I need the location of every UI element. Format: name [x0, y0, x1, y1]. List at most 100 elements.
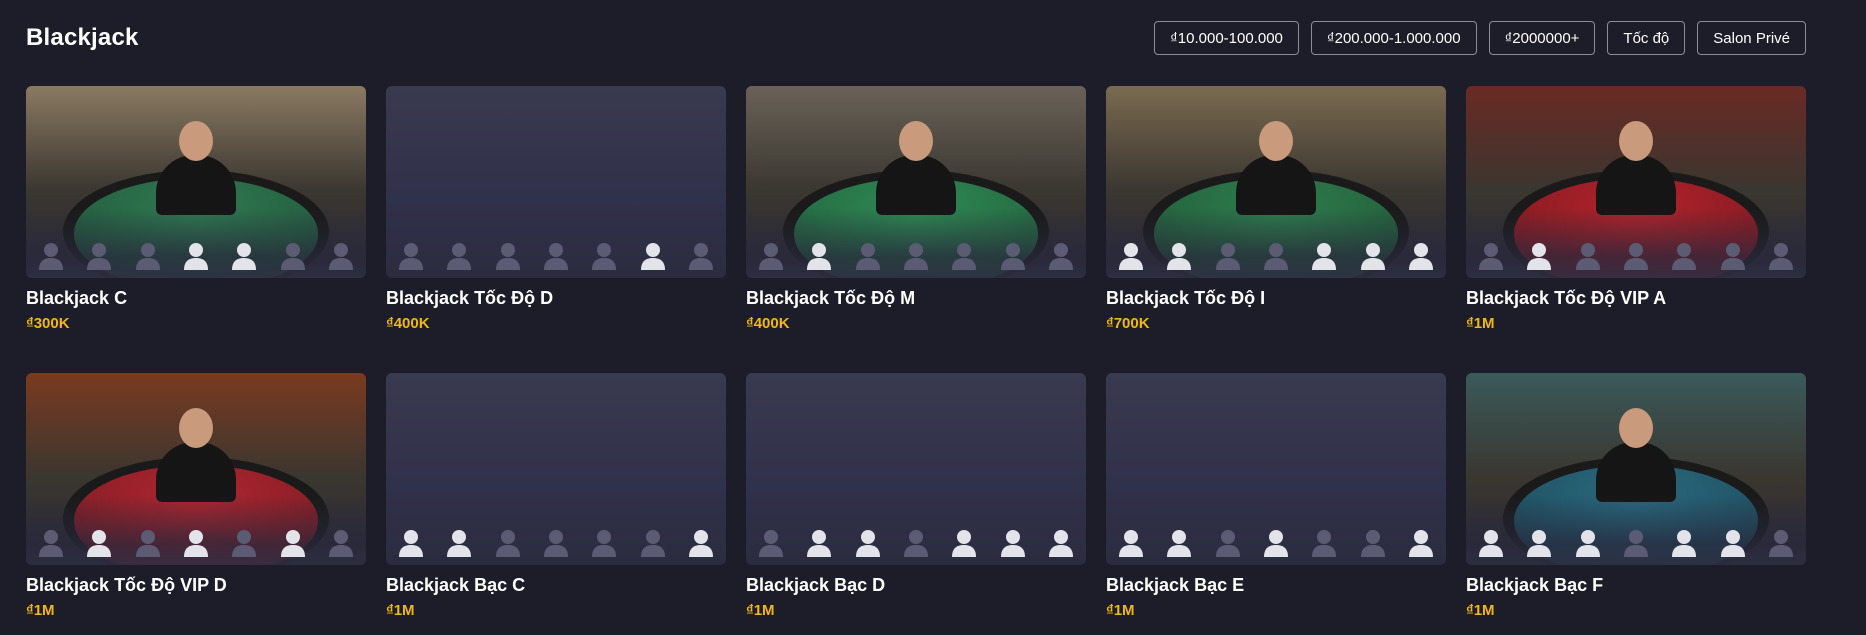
filter-button-speed[interactable]: Tốc độ	[1607, 21, 1686, 55]
table-card[interactable]: Blackjack Tốc Độ I ₫700K	[1106, 86, 1446, 343]
seat-row	[396, 240, 716, 270]
table-thumbnail[interactable]	[386, 86, 726, 278]
seat-available-icon	[36, 527, 66, 557]
seat-occupied-icon	[1164, 527, 1194, 557]
seat-row	[756, 527, 1076, 557]
min-bet: ₫300K	[26, 315, 70, 332]
table-name[interactable]: Blackjack Bạc D	[746, 575, 1086, 596]
table-card[interactable]: Blackjack Bạc F ₫1M	[1466, 373, 1806, 630]
filter-button-2m-plus[interactable]: ₫2000000+	[1488, 21, 1596, 55]
min-bet: ₫1M	[1106, 602, 1135, 619]
seat-occupied-icon	[949, 527, 979, 557]
seat-occupied-icon	[686, 527, 716, 557]
page-title: Blackjack	[26, 24, 139, 51]
seat-available-icon	[541, 240, 571, 270]
seat-available-icon	[589, 527, 619, 557]
table-card[interactable]: Blackjack Tốc Độ M ₫400K	[746, 86, 1086, 343]
table-name[interactable]: Blackjack Tốc Độ D	[386, 288, 726, 309]
seat-available-icon	[1573, 240, 1603, 270]
page-header: Blackjack ₫10.000-100.000 ₫200.000-1.000…	[26, 18, 1806, 58]
min-bet: ₫700K	[1106, 315, 1150, 332]
table-thumbnail[interactable]	[26, 86, 366, 278]
table-card[interactable]: Blackjack Bạc E ₫1M	[1106, 373, 1446, 630]
seat-available-icon	[901, 240, 931, 270]
seat-occupied-icon	[1116, 240, 1146, 270]
table-name[interactable]: Blackjack Tốc Độ VIP D	[26, 575, 366, 596]
seat-occupied-icon	[1309, 240, 1339, 270]
table-thumbnail[interactable]	[1466, 373, 1806, 565]
table-thumbnail[interactable]	[746, 373, 1086, 565]
table-card[interactable]: Blackjack Bạc C ₫1M	[386, 373, 726, 630]
table-name[interactable]: Blackjack Tốc Độ M	[746, 288, 1086, 309]
dealer-head	[179, 407, 213, 448]
table-thumbnail[interactable]	[746, 86, 1086, 278]
seat-occupied-icon	[181, 527, 211, 557]
seat-occupied-icon	[181, 240, 211, 270]
table-name[interactable]: Blackjack C	[26, 288, 366, 309]
table-thumbnail[interactable]	[386, 373, 726, 565]
seat-row	[1476, 240, 1796, 270]
table-card[interactable]: Blackjack Bạc D ₫1M	[746, 373, 1086, 630]
dealer-body	[1236, 155, 1316, 216]
table-name[interactable]: Blackjack Tốc Độ I	[1106, 288, 1446, 309]
min-bet: ₫400K	[746, 315, 790, 332]
filter-button-salon-prive[interactable]: Salon Privé	[1697, 21, 1806, 55]
table-grid: Blackjack C ₫300K Blackjack Tốc Độ D ₫400K B…	[26, 86, 1806, 630]
seat-occupied-icon	[84, 527, 114, 557]
table-card[interactable]: Blackjack Tốc Độ VIP A ₫1M	[1466, 86, 1806, 343]
seat-available-icon	[1309, 527, 1339, 557]
seat-available-icon	[229, 527, 259, 557]
table-name[interactable]: Blackjack Bạc F	[1466, 575, 1806, 596]
seat-row	[1116, 527, 1436, 557]
seat-occupied-icon	[1669, 527, 1699, 557]
seat-available-icon	[1213, 240, 1243, 270]
seat-occupied-icon	[804, 240, 834, 270]
seat-available-icon	[1621, 240, 1651, 270]
table-thumbnail[interactable]	[1106, 86, 1446, 278]
seat-occupied-icon	[1358, 240, 1388, 270]
seat-available-icon	[1046, 240, 1076, 270]
seat-occupied-icon	[1524, 527, 1554, 557]
seat-available-icon	[638, 527, 668, 557]
seat-available-icon	[756, 527, 786, 557]
seat-available-icon	[1213, 527, 1243, 557]
seat-available-icon	[1476, 240, 1506, 270]
dealer-head	[179, 120, 213, 161]
min-bet: ₫1M	[1466, 602, 1495, 619]
table-card[interactable]: Blackjack Tốc Độ D ₫400K	[386, 86, 726, 343]
seat-available-icon	[326, 527, 356, 557]
table-card[interactable]: Blackjack Tốc Độ VIP D ₫1M	[26, 373, 366, 630]
seat-available-icon	[396, 240, 426, 270]
seat-row	[756, 240, 1076, 270]
dealer-head	[1619, 407, 1653, 448]
table-thumbnail[interactable]	[1106, 373, 1446, 565]
table-card[interactable]: Blackjack C ₫300K	[26, 86, 366, 343]
seat-available-icon	[1718, 240, 1748, 270]
table-thumbnail[interactable]	[1466, 86, 1806, 278]
seat-available-icon	[493, 527, 523, 557]
table-name[interactable]: Blackjack Tốc Độ VIP A	[1466, 288, 1806, 309]
seat-available-icon	[1358, 527, 1388, 557]
seat-available-icon	[541, 527, 571, 557]
seat-available-icon	[84, 240, 114, 270]
seat-occupied-icon	[1476, 527, 1506, 557]
dealer-body	[876, 155, 956, 216]
seat-occupied-icon	[998, 527, 1028, 557]
seat-occupied-icon	[1573, 527, 1603, 557]
seat-occupied-icon	[1524, 240, 1554, 270]
seat-row	[36, 527, 356, 557]
seat-available-icon	[756, 240, 786, 270]
seat-available-icon	[589, 240, 619, 270]
seat-row	[1476, 527, 1796, 557]
seat-row	[396, 527, 716, 557]
seat-available-icon	[493, 240, 523, 270]
table-name[interactable]: Blackjack Bạc C	[386, 575, 726, 596]
dealer-head	[899, 120, 933, 161]
filter-button-10k-100k[interactable]: ₫10.000-100.000	[1154, 21, 1299, 55]
table-thumbnail[interactable]	[26, 373, 366, 565]
seat-occupied-icon	[1116, 527, 1146, 557]
filter-button-200k-1m[interactable]: ₫200.000-1.000.000	[1310, 21, 1477, 55]
seat-occupied-icon	[1164, 240, 1194, 270]
table-name[interactable]: Blackjack Bạc E	[1106, 575, 1446, 596]
dealer-body	[1596, 155, 1676, 216]
